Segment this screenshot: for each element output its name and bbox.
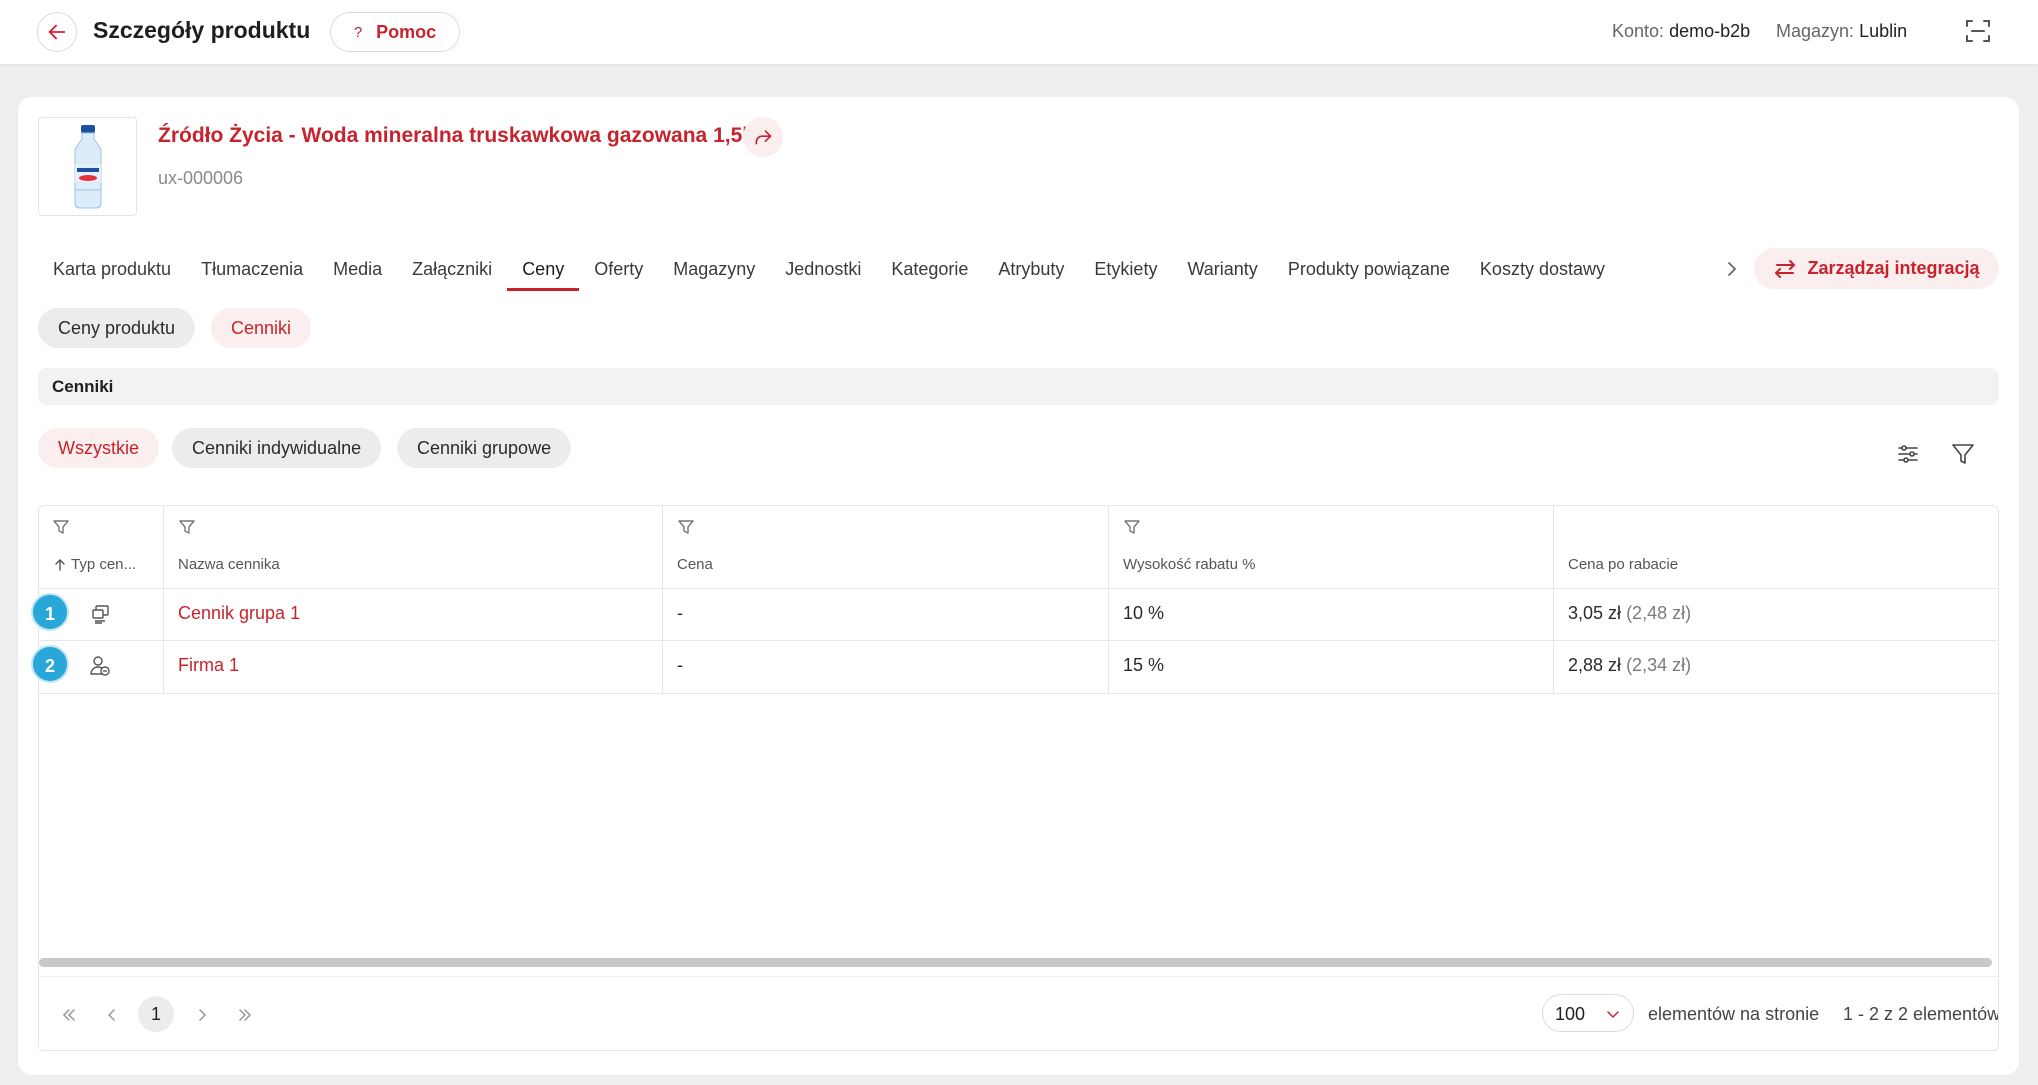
previous-page-icon[interactable] (102, 1005, 122, 1025)
filter-cenniki-indywidualne[interactable]: Cenniki indywidualne (172, 428, 382, 468)
section-title: Cenniki (52, 377, 114, 396)
tabs-scroll-right-icon[interactable] (1720, 257, 1744, 281)
column-filter-icon[interactable] (677, 518, 695, 536)
warehouse-value: Lublin (1859, 21, 1908, 41)
tab-oferty[interactable]: Oferty (579, 245, 658, 293)
column-header-name[interactable]: Nazwa cennika (178, 556, 280, 573)
water-bottle-image (74, 124, 101, 208)
column-header-discount[interactable]: Wysokość rabatu % (1123, 556, 1255, 573)
sort-up-icon (55, 558, 65, 571)
column-filter-icon[interactable] (1123, 518, 1141, 536)
tab-koszty-dostawy[interactable]: Koszty dostawy (1465, 245, 1620, 293)
page-number-button[interactable]: 1 (138, 996, 174, 1032)
pricelist-name-link[interactable]: Firma 1 (178, 655, 239, 676)
page-title: Szczegóły produktu (93, 17, 311, 43)
column-header-price[interactable]: Cena (677, 556, 713, 573)
product-name: Źródło Życia - Woda mineralna truskawkow… (158, 124, 749, 147)
tab-ceny[interactable]: Ceny (507, 245, 580, 293)
fullscreen-icon[interactable] (1964, 17, 1992, 45)
product-card: Źródło Życia - Woda mineralna truskawkow… (18, 97, 2019, 1075)
pricelist-discount: 15 % (1123, 655, 1165, 675)
column-filter-icon[interactable] (178, 518, 196, 536)
swap-arrows-icon (1775, 259, 1796, 278)
annotation-badge: 1 (31, 593, 69, 631)
chevron-down-icon (1607, 1011, 1619, 1019)
tab-atrybuty[interactable]: Atrybuty (983, 245, 1079, 293)
tab-warianty[interactable]: Warianty (1172, 245, 1272, 293)
warehouse-info[interactable]: Magazyn: Lublin (1776, 21, 1907, 42)
column-header-type[interactable]: Typ cen... (53, 556, 136, 573)
tab-karta-produktu[interactable]: Karta produktu (38, 245, 186, 293)
annotation-badge: 2 (31, 645, 69, 683)
pricelist-price: - (677, 603, 683, 623)
last-page-icon[interactable] (235, 1005, 255, 1025)
tab-jednostki[interactable]: Jednostki (770, 245, 876, 293)
pagination-summary: 1 - 2 z 2 elementów (1843, 1004, 1999, 1024)
page-size-label: elementów na stronie (1648, 1004, 1820, 1024)
individual-pricelist-icon (89, 655, 111, 677)
manage-integration-button[interactable]: Zarządzaj integracją (1754, 248, 1999, 289)
subtab-ceny-produktu[interactable]: Ceny produktu (38, 308, 196, 348)
share-button[interactable] (743, 117, 783, 157)
product-image[interactable] (38, 117, 137, 216)
arrow-left-icon (48, 24, 66, 40)
question-icon: ? (353, 23, 363, 41)
pricelist-price-after-discount: 3,05 zł (2,48 zł) (1568, 603, 1692, 623)
tab-produkty-powiazane[interactable]: Produkty powiązane (1273, 245, 1465, 293)
pricelist-discount: 10 % (1123, 603, 1165, 623)
subtab-cenniki[interactable]: Cenniki (211, 308, 312, 348)
help-label: Pomoc (376, 21, 437, 42)
product-sku: ux-000006 (158, 168, 244, 188)
column-header-price-after-discount[interactable]: Cena po rabacie (1568, 556, 1678, 573)
tab-etykiety[interactable]: Etykiety (1079, 245, 1172, 293)
help-button[interactable]: ? Pomoc (330, 12, 460, 52)
tab-magazyny[interactable]: Magazyny (658, 245, 770, 293)
column-settings-icon[interactable] (1894, 440, 1922, 468)
pricelist-table: Typ cen... Nazwa cennika Cena Wysokość r… (38, 505, 1999, 1051)
filter-wszystkie[interactable]: Wszystkie (38, 428, 159, 468)
tab-tlumaczenia[interactable]: Tłumaczenia (186, 245, 318, 293)
tab-zalaczniki[interactable]: Załączniki (397, 245, 507, 293)
filter-icon[interactable] (1949, 440, 1977, 468)
tab-media[interactable]: Media (318, 245, 397, 293)
group-pricelist-icon (89, 603, 111, 625)
product-tabs: Karta produktu Tłumaczenia Media Załączn… (38, 245, 1620, 293)
horizontal-scrollbar[interactable] (39, 958, 1992, 967)
pricelist-price: - (677, 655, 683, 675)
next-page-icon[interactable] (192, 1005, 212, 1025)
tab-kategorie[interactable]: Kategorie (876, 245, 983, 293)
pricelist-price-after-discount: 2,88 zł (2,34 zł) (1568, 655, 1692, 675)
top-bar: Szczegóły produktu ? Pomoc Konto: demo-b… (0, 0, 2038, 64)
first-page-icon[interactable] (59, 1005, 79, 1025)
account-info: Konto: demo-b2b (1612, 21, 1751, 41)
pricelist-name-link[interactable]: Cennik grupa 1 (178, 603, 300, 624)
account-value: demo-b2b (1669, 21, 1751, 41)
section-header: Cenniki (38, 368, 1999, 405)
filter-cenniki-grupowe[interactable]: Cenniki grupowe (397, 428, 572, 468)
share-icon (755, 130, 772, 145)
column-filter-icon[interactable] (52, 518, 70, 536)
pagination: 1 100 elementów na stronie 1 - 2 z 2 ele… (39, 976, 1999, 1050)
page-size-select[interactable]: 100 (1542, 994, 1634, 1032)
back-button[interactable] (37, 12, 77, 52)
